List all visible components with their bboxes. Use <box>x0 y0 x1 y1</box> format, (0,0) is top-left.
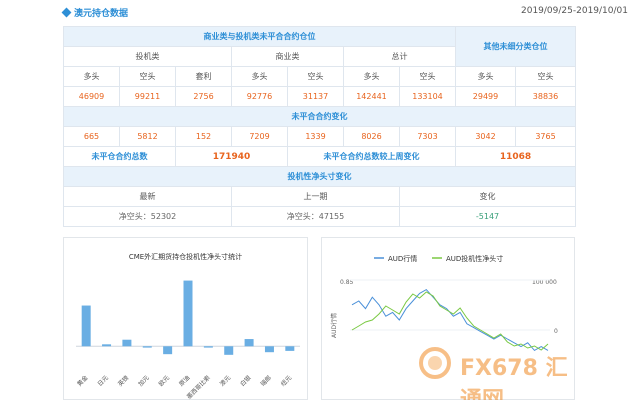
col-label: 空头 <box>515 66 577 87</box>
bar-黄金 <box>81 305 91 347</box>
table-cell: 7303 <box>398 126 457 147</box>
y-axis-label: AUD行情 <box>330 313 338 338</box>
logo-text: FX678 汇通网 <box>460 356 568 400</box>
col-label: 多头 <box>343 66 400 87</box>
net-col-previous: 上一期 <box>231 186 400 207</box>
date-range: 2019/09/25-2019/10/01 <box>521 6 628 16</box>
x-tick-label: 欧元 <box>157 374 171 388</box>
legend-net-label: AUD投机性净头寸 <box>446 254 503 263</box>
x-tick-label: 白银 <box>238 374 252 388</box>
x-tick-label: 纽元 <box>279 374 293 388</box>
open-interest-change-value: 11068 <box>455 146 577 167</box>
group-speculative: 投机类 <box>63 46 232 67</box>
table-cell: 2756 <box>175 86 232 107</box>
col-label: 多头 <box>63 66 120 87</box>
table-cell: 3042 <box>455 126 517 147</box>
bar-日元 <box>102 344 112 347</box>
totals-row: 未平仓合约总数 171940 未平仓合约总数较上周变化 11068 <box>63 146 577 167</box>
positions-table: 商业类与投机类未平合合约仓位 其他未细分类仓位 投机类 商业类 总计 多头 空头… <box>62 26 577 227</box>
section1-title: 商业类与投机类未平合合约仓位 <box>62 26 457 47</box>
x-tick-label: 黄金 <box>75 374 89 388</box>
right-axis-tick-mid: 0 <box>554 328 558 335</box>
positions-row: 46909 99211 2756 92776 31137 142441 1331… <box>63 86 577 107</box>
series-line-0 <box>351 288 549 352</box>
table-cell: 133104 <box>398 86 457 107</box>
series-line-1 <box>351 291 549 351</box>
net-header-row: 最新 上一期 变化 <box>63 186 577 207</box>
other-positions-title: 其他未细分类仓位 <box>455 26 577 67</box>
col-label: 多头 <box>455 66 517 87</box>
col-label: 多头 <box>231 66 288 87</box>
bar-原油 <box>183 280 193 347</box>
x-tick-label: 原油 <box>177 374 191 388</box>
net-positions-chart-panel: CME外汇期货持仓投机性净头寸统计 黄金 日元 英镑 加元 欧元 原油 墨西哥比索 澳元 白银瑞… <box>63 237 308 400</box>
net-latest-value: 净空头：52302 <box>63 206 232 227</box>
table-cell: 7209 <box>231 126 288 147</box>
open-interest-change-label: 未平仓合约总数较上周变化 <box>286 146 457 167</box>
bar-白银 <box>244 339 254 347</box>
diamond-icon <box>61 7 72 18</box>
group-total: 总计 <box>342 46 457 67</box>
x-tick-label: 英镑 <box>116 374 130 388</box>
page-title: 澳元持仓数据 <box>74 9 129 19</box>
legend-aud-label: AUD行情 <box>388 254 417 263</box>
table-cell: 142441 <box>343 86 400 107</box>
bar-欧元 <box>163 346 173 355</box>
col-label: 套利 <box>175 66 232 87</box>
table-cell: 29499 <box>455 86 517 107</box>
fx678-logo: FX678 汇通网 <box>418 346 588 400</box>
x-tick-label: 加元 <box>137 374 151 388</box>
net-col-latest: 最新 <box>63 186 232 207</box>
bar-瑞郎 <box>264 346 274 353</box>
x-tick-label: 瑞郎 <box>259 374 273 388</box>
table-cell: 1339 <box>287 126 344 147</box>
table-cell: 665 <box>63 126 120 147</box>
table-cell: 92776 <box>231 86 288 107</box>
group-commercial: 商业类 <box>231 46 344 67</box>
net-previous-value: 净空头：47155 <box>231 206 400 227</box>
x-tick-label: 澳元 <box>218 374 232 388</box>
open-interest-total-label: 未平仓合约总数 <box>63 146 176 167</box>
table-cell: 99211 <box>119 86 176 107</box>
table-cell: 3765 <box>515 126 577 147</box>
bar-纽元 <box>285 346 295 351</box>
table-cell: 8026 <box>343 126 400 147</box>
open-interest-total-value: 171940 <box>175 146 288 167</box>
table-cell: 31137 <box>287 86 344 107</box>
net-change-value: -5147 <box>398 206 577 227</box>
table-cell: 152 <box>175 126 232 147</box>
changes-row: 665 5812 152 7209 1339 8026 7303 3042 37… <box>63 126 577 147</box>
column-label-row: 多头 空头 套利 多头 空头 多头 空头 多头 空头 <box>63 66 577 87</box>
col-label: 空头 <box>287 66 344 87</box>
table-cell: 38836 <box>515 86 577 107</box>
col-label: 空头 <box>119 66 176 87</box>
col-label: 空头 <box>398 66 457 87</box>
section3-title: 投机性净头寸变化 <box>62 166 577 187</box>
bar-chart: 黄金 日元 英镑 加元 欧元 原油墨西哥比索 澳元 白银 瑞郎 纽元 <box>75 280 300 400</box>
table-cell: 5812 <box>119 126 176 147</box>
x-tick-label: 日元 <box>97 374 110 387</box>
net-col-change: 变化 <box>398 186 577 207</box>
table-cell: 46909 <box>63 86 120 107</box>
page-header: 澳元持仓数据 2019/09/25-2019/10/01 <box>0 0 640 26</box>
bar-澳元 <box>224 346 234 355</box>
section2-title: 未平合合约变化 <box>62 106 577 127</box>
bar-英镑 <box>122 339 132 347</box>
logo-emblem-icon <box>419 347 451 379</box>
net-values-row: 净空头：52302 净空头：47155 -5147 <box>63 206 577 227</box>
bar-墨西哥比索 <box>203 346 213 348</box>
bar-加元 <box>142 346 152 348</box>
